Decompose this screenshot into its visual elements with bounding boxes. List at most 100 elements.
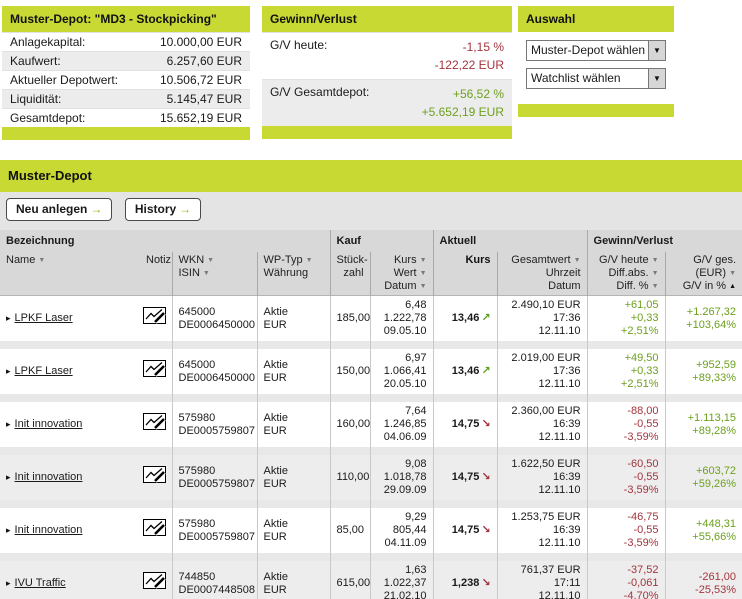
currency-value: EUR xyxy=(263,371,287,384)
watchlist-select[interactable]: Watchlist wählen ▼ xyxy=(526,68,666,89)
summary-label: Kaufwert: xyxy=(10,54,61,68)
name-cell: ▸ LPKF Laser xyxy=(0,349,140,394)
expand-arrow-icon[interactable]: ▸ xyxy=(6,366,11,376)
table-row: ▸ Init innovation 575980 DE0005759807 Akt… xyxy=(0,402,742,447)
kauf-kurs: 9,08 xyxy=(405,458,427,470)
arrow-right-icon: → xyxy=(90,202,103,216)
gv-ges-pct: +103,64% xyxy=(686,318,737,331)
col-gv-heute[interactable]: G/V heute ▼ Diff.abs. ▼ Diff. % ▼ xyxy=(587,252,666,296)
note-chart-icon[interactable] xyxy=(142,413,166,434)
select-value: Muster-Depot wählen xyxy=(531,43,646,57)
kauf-kurs: 9,29 xyxy=(405,511,427,523)
gesamtwert-cell: 2.490,10 EUR 17:36 12.11.10 xyxy=(497,295,588,341)
instrument-link[interactable]: LPKF Laser xyxy=(15,312,73,324)
gain-loss-row: G/V Gesamtdepot: +56,52 % +5.652,19 EUR xyxy=(262,79,512,126)
summary-row: Aktueller Depotwert: 10.506,72 EUR xyxy=(2,70,250,89)
sort-desc-icon[interactable]: ▼ xyxy=(207,257,214,264)
sort-desc-icon[interactable]: ▼ xyxy=(420,257,427,264)
gv-heute-pct: +2,51% xyxy=(620,325,659,337)
expand-arrow-icon[interactable]: ▸ xyxy=(6,578,11,588)
note-chart-icon[interactable] xyxy=(142,519,166,540)
note-chart-icon[interactable] xyxy=(142,307,166,328)
table-row: ▸ LPKF Laser 645000 DE0006450000 Aktie EU… xyxy=(0,295,742,341)
group-kauf: Kauf xyxy=(330,230,434,252)
stueckzahl-cell: 185,00 xyxy=(330,295,371,341)
gv-heute-pct: +2,51% xyxy=(620,378,659,390)
kurs-cell: 14,75 xyxy=(433,402,498,447)
note-chart-icon[interactable] xyxy=(142,466,166,487)
instrument-link[interactable]: IVU Traffic xyxy=(15,577,66,589)
gv-heute-diff: -0,061 xyxy=(627,577,659,589)
gv-percent: +56,52 % xyxy=(452,87,504,101)
gv-ges-eur: +1.267,32 xyxy=(686,305,737,318)
chevron-down-icon[interactable]: ▼ xyxy=(648,69,665,88)
note-chart-icon[interactable] xyxy=(142,572,166,593)
row-separator xyxy=(0,341,742,349)
instrument-link[interactable]: Init innovation xyxy=(15,471,83,483)
kauf-cell: 9,29 805,44 04.11.09 xyxy=(370,508,434,553)
gv-heute-diff: +0,33 xyxy=(630,365,659,377)
sort-desc-icon[interactable]: ▼ xyxy=(420,283,427,290)
gesamtwert-cell: 1.622,50 EUR 16:39 12.11.10 xyxy=(497,455,588,500)
col-gv-ges[interactable]: G/V ges. (EUR) ▼ G/V in % ▲ xyxy=(665,252,742,296)
kauf-cell: 1,63 1.022,37 21.02.10 xyxy=(370,561,434,599)
note-chart-icon[interactable] xyxy=(142,360,166,381)
uhrzeit-value: 17:11 xyxy=(553,577,581,589)
wkn-isin-cell: 575980 DE0005759807 xyxy=(172,455,258,500)
instrument-link[interactable]: Init innovation xyxy=(15,524,83,536)
neu-anlegen-button[interactable]: Neu anlegen → xyxy=(6,198,113,221)
col-gesamtwert[interactable]: Gesamtwert ▼ Uhrzeit Datum xyxy=(497,252,588,296)
wp-typ-value: Aktie xyxy=(263,305,288,318)
table-row: ▸ Init innovation 575980 DE0005759807 Akt… xyxy=(0,455,742,500)
button-label: Neu anlegen xyxy=(16,202,88,216)
history-button[interactable]: History → xyxy=(124,198,202,221)
gv-heute-abs: -37,52 xyxy=(627,564,659,576)
isin-value: DE0006450000 xyxy=(178,371,255,384)
wp-typ-value: Aktie xyxy=(263,358,288,371)
panel-bottom-strip xyxy=(2,127,250,140)
expand-arrow-icon[interactable]: ▸ xyxy=(6,525,11,535)
kauf-kurs: 1,63 xyxy=(405,564,427,576)
col-kauf-kurs-wert-datum[interactable]: Kurs ▼ Wert ▼ Datum ▼ xyxy=(370,252,434,296)
trend-icon xyxy=(479,365,490,377)
trend-icon xyxy=(479,577,490,589)
sort-desc-icon[interactable]: ▼ xyxy=(652,270,659,277)
isin-value: DE0005759807 xyxy=(178,477,255,490)
summary-row: Kaufwert: 6.257,60 EUR xyxy=(2,51,250,70)
gain-loss-body: G/V heute: -1,15 % -122,22 EUR G/V Gesam… xyxy=(262,32,512,126)
gv-heute-cell: -46,75 -0,55 -3,59% xyxy=(587,508,666,553)
wkn-isin-cell: 645000 DE0006450000 xyxy=(172,295,258,341)
group-bezeichnung: Bezeichnung xyxy=(0,230,331,252)
sort-asc-icon[interactable]: ▲ xyxy=(729,283,736,290)
sort-desc-icon[interactable]: ▼ xyxy=(38,257,45,264)
expand-arrow-icon[interactable]: ▸ xyxy=(6,313,11,323)
col-name[interactable]: Name ▼ xyxy=(0,252,140,296)
gesamtwert-value: 2.360,00 EUR xyxy=(511,405,581,417)
muster-depot-select[interactable]: Muster-Depot wählen ▼ xyxy=(526,40,666,61)
sort-desc-icon[interactable]: ▼ xyxy=(306,257,313,264)
col-wkn-isin[interactable]: WKN ▼ ISIN ▼ xyxy=(172,252,258,296)
expand-arrow-icon[interactable]: ▸ xyxy=(6,472,11,482)
depot-summary-title: Muster-Depot: "MD3 - Stockpicking" xyxy=(2,6,250,32)
chevron-down-icon[interactable]: ▼ xyxy=(648,41,665,60)
table-row: ▸ Init innovation 575980 DE0005759807 Akt… xyxy=(0,508,742,553)
expand-arrow-icon[interactable]: ▸ xyxy=(6,419,11,429)
instrument-link[interactable]: LPKF Laser xyxy=(15,365,73,377)
instrument-link[interactable]: Init innovation xyxy=(15,418,83,430)
col-wptyp-waehrung[interactable]: WP-Typ ▼ Währung xyxy=(257,252,331,296)
sort-desc-icon[interactable]: ▼ xyxy=(729,270,736,277)
sort-desc-icon[interactable]: ▼ xyxy=(652,283,659,290)
sort-desc-icon[interactable]: ▼ xyxy=(203,270,210,277)
kurs-value: 13,46 xyxy=(451,365,480,377)
sort-desc-icon[interactable]: ▼ xyxy=(420,270,427,277)
gv-ges-eur: +603,72 xyxy=(695,464,737,477)
notiz-cell xyxy=(140,561,173,599)
gv-ges-pct: -25,53% xyxy=(695,583,737,596)
summary-value: 15.652,19 EUR xyxy=(159,111,242,125)
datum-value: 12.11.10 xyxy=(538,378,581,390)
sort-desc-icon[interactable]: ▼ xyxy=(574,257,581,264)
notiz-cell xyxy=(140,349,173,394)
wptyp-cell: Aktie EUR xyxy=(257,508,331,553)
currency-value: EUR xyxy=(263,530,287,543)
sort-desc-icon[interactable]: ▼ xyxy=(652,257,659,264)
